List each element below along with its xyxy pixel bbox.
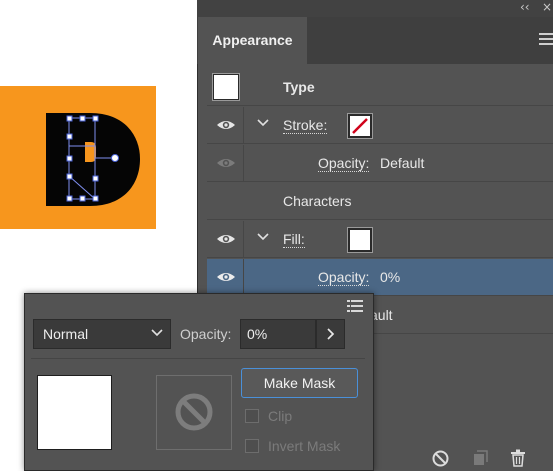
- opacity-input[interactable]: 0%: [240, 319, 316, 349]
- visibility-column: [207, 107, 244, 143]
- fill-opacity-value: 0%: [380, 269, 401, 285]
- artwork-letter-d[interactable]: [0, 86, 156, 229]
- clip-label: Clip: [268, 408, 293, 424]
- none-slash-icon: [352, 118, 368, 134]
- mask-thumbnail[interactable]: [156, 375, 232, 450]
- type-label: Type: [283, 79, 315, 95]
- fill-swatch[interactable]: [348, 228, 372, 252]
- fill-opacity-label[interactable]: Opacity:: [318, 269, 370, 286]
- stroke-opacity-value: Default: [380, 155, 425, 171]
- stroke-opacity-label[interactable]: Opacity:: [318, 155, 370, 172]
- eye-icon[interactable]: [216, 119, 236, 131]
- panel-title-strip: ‹‹ ×: [197, 0, 553, 17]
- stroke-swatch[interactable]: [348, 114, 372, 138]
- row-stroke[interactable]: Stroke:: [207, 107, 553, 144]
- stroke-label[interactable]: Stroke:: [283, 117, 328, 134]
- close-panel-icon[interactable]: ×: [542, 0, 552, 14]
- blend-mode-dropdown[interactable]: Normal: [33, 319, 171, 349]
- chevron-down-icon[interactable]: [257, 233, 269, 241]
- divider: [31, 358, 365, 359]
- row-characters[interactable]: Characters: [207, 183, 553, 220]
- chevron-down-icon: [151, 329, 163, 337]
- panel-menu-icon[interactable]: [539, 33, 553, 47]
- invert-mask-checkbox[interactable]: [245, 439, 259, 453]
- eye-icon[interactable]: [216, 233, 236, 245]
- characters-label: Characters: [283, 193, 352, 209]
- fill-label[interactable]: Fill:: [283, 231, 305, 248]
- blend-mode-value: Normal: [43, 326, 89, 342]
- make-mask-button[interactable]: Make Mask: [241, 368, 358, 398]
- clip-checkbox[interactable]: [245, 409, 259, 423]
- chevron-down-icon[interactable]: [257, 119, 269, 127]
- visibility-column: [207, 221, 244, 257]
- eye-icon[interactable]: [216, 157, 236, 169]
- invert-mask-label: Invert Mask: [268, 438, 341, 454]
- chevron-right-icon: [327, 328, 335, 340]
- row-fill[interactable]: Fill:: [207, 221, 553, 258]
- row-type[interactable]: Type: [207, 69, 553, 106]
- no-entry-icon: [175, 393, 213, 431]
- transparency-menu-icon[interactable]: [347, 299, 363, 313]
- opacity-label: Opacity:: [180, 326, 232, 342]
- duplicate-item-icon[interactable]: [472, 450, 488, 466]
- opacity-slider-button[interactable]: [316, 319, 345, 349]
- row-stroke-opacity[interactable]: Opacity: Default: [207, 145, 553, 182]
- visibility-column: [207, 259, 244, 295]
- type-thumbnail: [213, 74, 239, 100]
- collapse-panel-icon[interactable]: ‹‹: [520, 0, 530, 14]
- visibility-column: [207, 145, 244, 181]
- tab-appearance[interactable]: Appearance: [198, 17, 307, 64]
- trash-icon[interactable]: [510, 449, 526, 467]
- object-thumbnail[interactable]: [37, 375, 112, 450]
- row-fill-opacity[interactable]: Opacity: 0%: [207, 259, 553, 296]
- clear-appearance-icon[interactable]: [432, 450, 449, 467]
- eye-icon[interactable]: [216, 271, 236, 283]
